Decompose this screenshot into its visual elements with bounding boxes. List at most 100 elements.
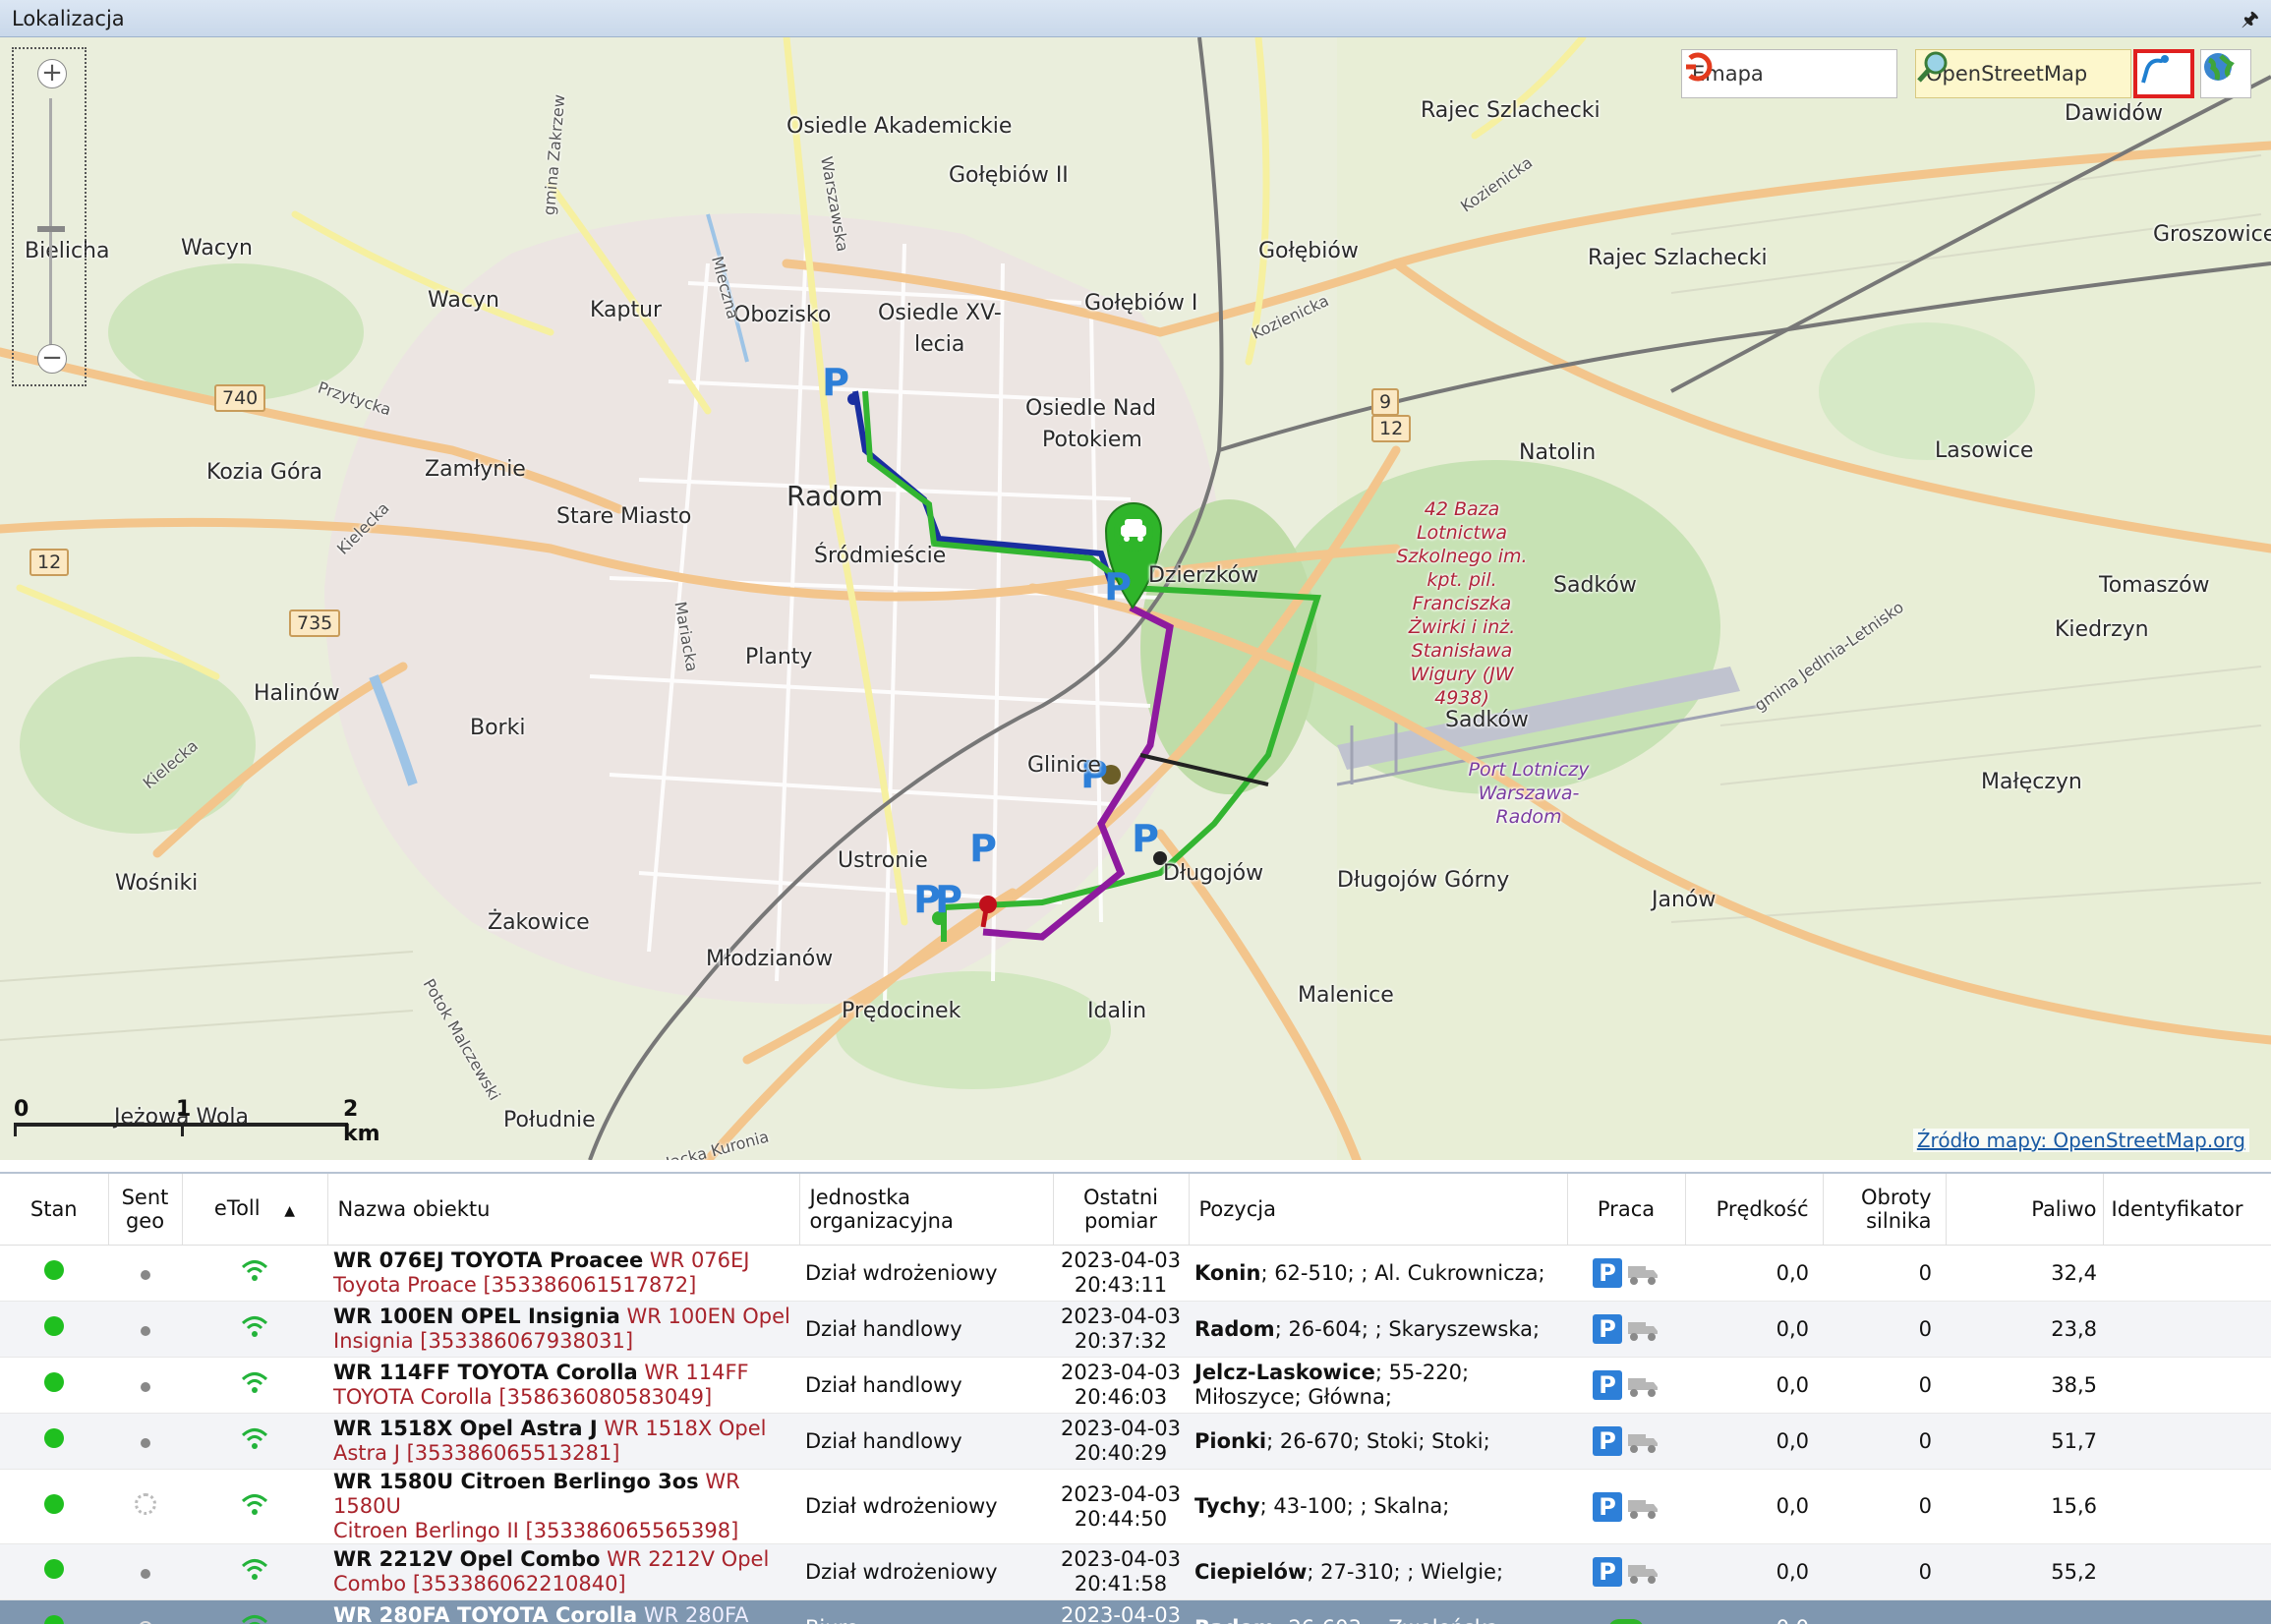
zoom-slider-thumb[interactable] <box>37 226 65 232</box>
sent-geo-cell <box>108 1246 182 1302</box>
parking-state-icon: P <box>1593 1258 1622 1288</box>
table-row[interactable]: WR 100EN OPEL Insignia WR 100EN OpelInsi… <box>0 1302 2271 1358</box>
map-label-military: 42 Baza Lotnictwa Szkolnego im. kpt. pil… <box>1383 497 1541 710</box>
map-attribution-link[interactable]: Źródło mapy: OpenStreetMap.org <box>1913 1129 2249 1152</box>
osm-provider-button[interactable]: OpenStreetMap <box>1915 49 2131 98</box>
road-shield: 12 <box>1371 415 1411 442</box>
speed-cell: 0,0 <box>1685 1600 1823 1624</box>
unit-cell: Dział handlowy <box>799 1414 1053 1470</box>
parking-marker-icon[interactable]: P <box>968 834 998 863</box>
rpm-cell: 0 <box>1823 1544 1946 1600</box>
status-cell <box>0 1358 108 1414</box>
col-header-pozycja[interactable]: Pozycja <box>1189 1174 1567 1246</box>
position-cell: Tychy; 43-100; ; Skalna; <box>1189 1470 1567 1544</box>
truck-idle-icon <box>1626 1260 1660 1286</box>
map-label: Wacyn <box>181 236 253 261</box>
map-label: Natolin <box>1519 440 1596 465</box>
table-row[interactable]: WR 1580U Citroen Berlingo 3os WR 1580UCi… <box>0 1470 2271 1544</box>
etoll-cell <box>182 1414 327 1470</box>
speed-cell: 0,0 <box>1685 1246 1823 1302</box>
parking-state-icon: P <box>1593 1370 1622 1400</box>
table-row[interactable]: WR 280FA TOYOTA Corolla WR 280FATOYOTA C… <box>0 1600 2271 1624</box>
col-header-etoll[interactable]: eToll ▲ <box>182 1174 327 1246</box>
col-header-obroty[interactable]: Obrotysilnika <box>1823 1174 1946 1246</box>
etoll-cell <box>182 1302 327 1358</box>
sort-asc-icon: ▲ <box>284 1203 295 1219</box>
col-header-predkosc[interactable]: Prędkość <box>1685 1174 1823 1246</box>
map-label: Gołębiów II <box>949 163 1069 188</box>
map-label: Obozisko <box>733 303 831 327</box>
col-header-identyfikator[interactable]: Identyfikator <box>2103 1174 2271 1246</box>
parking-state-icon: P <box>1593 1557 1622 1587</box>
car-moving-icon <box>1604 1612 1648 1624</box>
route-toggle-button[interactable] <box>2133 49 2194 98</box>
status-cell <box>0 1470 108 1544</box>
status-cell <box>0 1302 108 1358</box>
parking-marker-icon[interactable]: P <box>934 885 963 914</box>
pin-icon[interactable]: 🖈 <box>2242 5 2260 38</box>
unit-cell: Dział wdrożeniowy <box>799 1544 1053 1600</box>
object-name-cell: WR 114FF TOYOTA Corolla WR 114FFTOYOTA C… <box>327 1358 799 1414</box>
col-header-paliwo[interactable]: Paliwo <box>1946 1174 2103 1246</box>
col-header-praca[interactable]: Praca <box>1567 1174 1685 1246</box>
sent-geo-cell <box>108 1302 182 1358</box>
parking-marker-icon[interactable]: P <box>821 368 850 397</box>
identifier-cell <box>2103 1302 2271 1358</box>
status-online-icon <box>44 1260 64 1280</box>
fuel-cell: 23,8 <box>1946 1302 2103 1358</box>
parking-state-icon: P <box>1593 1314 1622 1344</box>
map-label: Zamłynie <box>425 457 526 482</box>
status-online-icon <box>44 1615 64 1624</box>
table-row[interactable]: WR 114FF TOYOTA Corolla WR 114FFTOYOTA C… <box>0 1358 2271 1414</box>
identifier-cell <box>2103 1544 2271 1600</box>
parking-state-icon: P <box>1593 1426 1622 1456</box>
identifier-cell <box>2103 1600 2271 1624</box>
wifi-signal-icon <box>240 1369 269 1395</box>
position-cell: Radom; 26-604; ; Skaryszewska; <box>1189 1302 1567 1358</box>
map-label: Prędocinek <box>842 999 961 1023</box>
globe-button[interactable] <box>2200 49 2251 98</box>
object-name-cell: WR 076EJ TOYOTA Proacee WR 076EJToyota P… <box>327 1246 799 1302</box>
map-label: Lasowice <box>1935 438 2033 463</box>
status-online-icon <box>44 1316 64 1336</box>
map-label: Malenice <box>1298 983 1394 1008</box>
col-header-sent-geo[interactable]: Sentgeo <box>108 1174 182 1246</box>
wifi-signal-icon <box>240 1612 269 1624</box>
map-label: Idalin <box>1087 999 1146 1023</box>
map-label: Tomaszów <box>2099 573 2210 598</box>
map-label: Kozia Góra <box>206 460 322 485</box>
identifier-cell <box>2103 1246 2271 1302</box>
map-label: Rajec Szlachecki <box>1588 246 1768 270</box>
col-header-ostatni-pomiar[interactable]: Ostatnipomiar <box>1053 1174 1189 1246</box>
emapa-provider-button[interactable]: Emapa <box>1681 49 1897 98</box>
truck-idle-icon <box>1626 1372 1660 1398</box>
sent-geo-cell <box>108 1358 182 1414</box>
table-row[interactable]: WR 1518X Opel Astra J WR 1518X OpelAstra… <box>0 1414 2271 1470</box>
last-measure-cell: 2023-04-0320:46:03 <box>1053 1358 1189 1414</box>
map-label: Śródmieście <box>814 544 946 568</box>
map-label: Długojów Górny <box>1337 868 1509 893</box>
col-header-stan[interactable]: Stan <box>0 1174 108 1246</box>
map-label: Potokiem <box>1042 428 1142 452</box>
map-label: Glinice <box>1027 753 1101 778</box>
col-header-nazwa[interactable]: Nazwa obiektu <box>327 1174 799 1246</box>
table-row[interactable]: WR 2212V Opel Combo WR 2212V OpelCombo [… <box>0 1544 2271 1600</box>
sent-geo-cell <box>108 1544 182 1600</box>
zoom-in-icon[interactable]: + <box>37 59 67 88</box>
road-shield: 735 <box>289 609 340 637</box>
rpm-cell: 0 <box>1823 1414 1946 1470</box>
zoom-control[interactable]: + − <box>12 47 87 386</box>
zoom-out-icon[interactable]: − <box>37 344 67 374</box>
map-canvas <box>0 37 2271 1160</box>
table-row[interactable]: WR 076EJ TOYOTA Proacee WR 076EJToyota P… <box>0 1246 2271 1302</box>
status-online-icon <box>44 1372 64 1392</box>
col-header-jednostka[interactable]: Jednostkaorganizacyjna <box>799 1174 1053 1246</box>
map-scale-bar: 0 1 2 km <box>14 1099 353 1138</box>
object-name-cell: WR 1580U Citroen Berlingo 3os WR 1580UCi… <box>327 1470 799 1544</box>
road-shield: 12 <box>29 549 69 576</box>
map-view[interactable]: P P P P P P P Osiedle Akademickie Gołębi… <box>0 37 2271 1160</box>
scale-label: 1 <box>176 1097 191 1122</box>
parking-marker-icon[interactable]: P <box>1131 824 1160 853</box>
work-state-cell: P <box>1567 1246 1685 1302</box>
parking-marker-icon[interactable]: P <box>1103 572 1133 602</box>
